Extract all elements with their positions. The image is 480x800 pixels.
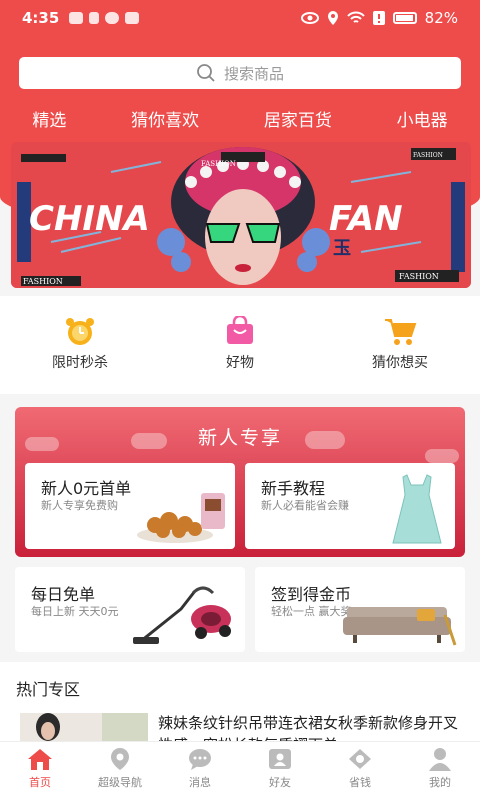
tab-save-money[interactable]: 省钱 <box>320 742 400 800</box>
daily-free-subtitle: 每日上新 天天0元 <box>31 605 119 618</box>
quick-good-items-label: 好物 <box>226 355 254 371</box>
daily-free-title: 每日免单 <box>31 585 96 604</box>
tab-small-appliances[interactable]: 小电器 <box>393 106 452 134</box>
wifi-icon <box>346 11 365 23</box>
cart-icon <box>385 319 417 345</box>
hot-item-image <box>20 713 148 743</box>
quick-want-to-buy-label: 猜你想买 <box>372 355 428 371</box>
checkin-subtitle: 轻松一点 赢大奖 <box>271 605 352 618</box>
sofa-product-image <box>343 607 457 646</box>
newbie-title: 新人专享 <box>197 427 282 449</box>
notification-icon <box>69 12 84 24</box>
alert-icon <box>372 11 385 25</box>
search-placeholder: 搜索商品 <box>223 64 284 83</box>
banner-right-text: FAN <box>329 199 403 239</box>
quick-flash-sale[interactable]: 限时秒杀 <box>20 316 140 394</box>
banner-glyph: 玉 <box>333 238 351 259</box>
tab-friends[interactable]: 好友 <box>240 742 320 800</box>
tab-super-navigation-label: 超级导航 <box>98 776 142 789</box>
promo-banner[interactable]: FASHION CHINA FAN 玉 FASHION FASHION FASH… <box>11 142 471 288</box>
tab-home[interactable]: 首页 <box>0 742 80 800</box>
quick-good-items[interactable]: 好物 <box>180 316 300 394</box>
category-tabs: 精选 猜你喜欢 居家百货 小电器 <box>0 106 480 134</box>
hot-item-thumbnail[interactable] <box>20 713 148 743</box>
banner-fashion-bottom-right: FASHION <box>399 272 439 281</box>
battery-icon <box>392 12 417 24</box>
bottom-tab-bar: 首页 超级导航 消息 好友 省钱 我的 <box>0 741 480 800</box>
quick-want-to-buy[interactable]: 猜你想买 <box>340 316 460 394</box>
location-icon <box>327 11 338 25</box>
navigation-pin-icon <box>111 748 129 770</box>
status-time: 4:35 <box>22 9 60 27</box>
cloud-icon <box>105 12 120 24</box>
checkin-card[interactable]: 签到得金币 轻松一点 赢大奖 <box>255 567 465 652</box>
tab-featured[interactable]: 精选 <box>28 106 70 134</box>
newbie-tutorial-title: 新手教程 <box>261 479 326 498</box>
tab-mine-label: 我的 <box>429 776 451 789</box>
tab-super-navigation[interactable]: 超级导航 <box>80 742 160 800</box>
tab-guess-you-like[interactable]: 猜你喜欢 <box>127 106 203 134</box>
app-home-page: 4:35 82% 搜索商品 精选 猜你喜欢 居家百货 小电器 FASHION C… <box>0 0 480 800</box>
message-icon <box>125 12 140 24</box>
banner-fashion-tag: FASHION <box>413 152 443 159</box>
user-icon <box>429 748 451 771</box>
tab-mine[interactable]: 我的 <box>400 742 480 800</box>
status-right-icons: 82% <box>300 9 458 27</box>
search-icon <box>197 64 215 82</box>
checkin-title: 签到得金币 <box>271 585 352 604</box>
tab-save-money-label: 省钱 <box>349 776 371 789</box>
search-input[interactable]: 搜索商品 <box>19 57 461 89</box>
tab-home-goods[interactable]: 居家百货 <box>260 106 336 134</box>
quick-flash-sale-label: 限时秒杀 <box>52 355 108 371</box>
dress-product-image <box>392 474 442 544</box>
hot-zone-title: 热门专区 <box>16 680 81 699</box>
tab-messages-label: 消息 <box>189 776 211 789</box>
contact-card-icon <box>269 749 291 769</box>
tab-messages[interactable]: 消息 <box>160 742 240 800</box>
newbie-section: 新人专享 新人0元首单 新人专享免费购 新手教程 新人必看能省会赚 <box>15 407 465 557</box>
coupon-icon <box>349 749 371 769</box>
battery-percent: 82% <box>424 9 458 27</box>
newbie-tutorial-card[interactable]: 新手教程 新人必看能省会赚 <box>245 463 455 549</box>
quick-entry-row: 限时秒杀 好物 猜你想买 <box>0 296 480 394</box>
tab-home-label: 首页 <box>29 776 51 789</box>
snack-product-image <box>137 493 225 543</box>
alarm-clock-icon <box>66 318 94 345</box>
newbie-first-order-subtitle: 新人专享免费购 <box>41 499 118 512</box>
status-left-icons <box>69 12 140 24</box>
hot-zone-section: 热门专区 辣妹条纹针织吊带连衣裙女秋季新款修身开叉性感…宽松长款气质褶下单 <box>0 662 480 754</box>
eye-icon <box>300 12 319 24</box>
shopping-bag-icon <box>227 316 253 344</box>
banner-fashion-top: FASHION <box>201 160 236 168</box>
home-icon <box>28 749 52 770</box>
status-bar: 4:35 82% <box>0 0 480 36</box>
banner-left-text: CHINA <box>29 199 150 239</box>
tab-friends-label: 好友 <box>269 776 291 789</box>
banner-fashion-bottom-left: FASHION <box>23 277 63 286</box>
newbie-first-order-card[interactable]: 新人0元首单 新人专享免费购 <box>25 463 235 549</box>
chat-bubble-icon <box>189 749 211 770</box>
cloud-decoration <box>425 449 459 463</box>
daily-free-card[interactable]: 每日免单 每日上新 天天0元 <box>15 567 245 652</box>
newbie-tutorial-subtitle: 新人必看能省会赚 <box>261 499 349 512</box>
banner-artwork: FASHION CHINA FAN 玉 FASHION FASHION FASH… <box>11 142 471 288</box>
app-icon <box>89 12 100 24</box>
vacuum-product-image <box>133 586 231 644</box>
newbie-first-order-title: 新人0元首单 <box>41 479 132 498</box>
